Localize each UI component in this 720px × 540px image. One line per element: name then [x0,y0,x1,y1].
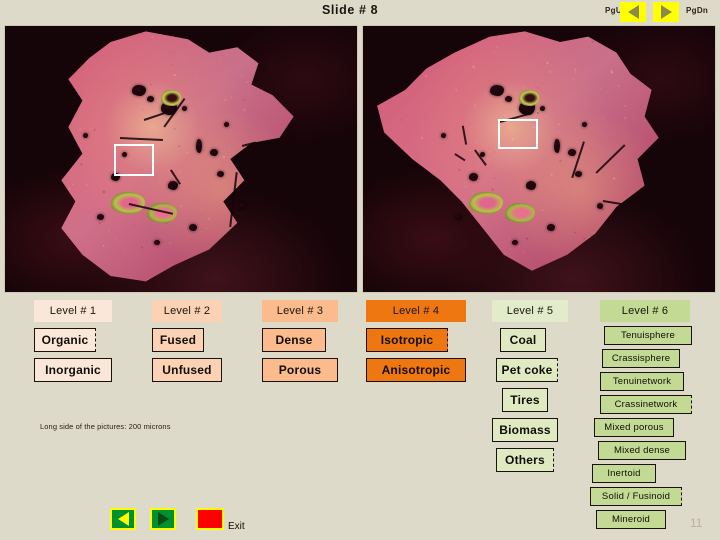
level-column-1: Level # 1 Organic Inorganic [34,300,112,382]
exit-button[interactable] [196,508,224,530]
level-2-item-1[interactable]: Fused [152,328,204,352]
pore [554,138,561,153]
level-2-item-2[interactable]: Unfused [152,358,222,382]
pore [196,138,203,153]
page-title: Slide # 8 [322,3,379,17]
pore [238,202,245,209]
classification-levels: Level # 1 Organic Inorganic Level # 2 Fused U… [0,300,720,540]
pgdn-label: PgDn [686,6,709,15]
top-navigation-bar: Slide # 8 PgUp PgDn [0,0,720,24]
level-header-3: Level # 3 [262,300,338,322]
pore [596,202,603,209]
level-6-item-1[interactable]: Tenuisphere [604,326,692,345]
region-of-interest-box [498,119,538,149]
pore [504,95,512,102]
next-slide-button-top[interactable] [653,2,679,22]
level-6-item-5[interactable]: Mixed porous [594,418,674,437]
pore [455,213,463,220]
level-6-item-4[interactable]: Crassinetwork [600,395,692,414]
previous-slide-button-bottom[interactable] [110,508,136,530]
level-header-4: Level # 4 [366,300,466,322]
next-slide-button-bottom[interactable] [150,508,176,530]
level-6-item-9[interactable]: Mineroid [596,510,666,529]
level-6-item-3[interactable]: Tenuinetwork [600,372,684,391]
level-1-item-2[interactable]: Inorganic [34,358,112,382]
previous-slide-button-top[interactable] [620,2,646,22]
pore [97,213,105,220]
level-5-item-5[interactable]: Others [496,448,554,472]
mineral-inclusion [504,202,535,223]
triangle-left-icon [627,5,639,19]
level-6-item-6[interactable]: Mixed dense [598,441,686,460]
level-6-item-2[interactable]: Crassisphere [602,349,680,368]
level-header-6: Level # 6 [600,300,690,322]
level-3-item-1[interactable]: Dense [262,328,326,352]
micrograph-right [362,25,716,293]
level-6-item-7[interactable]: Inertoid [592,464,656,483]
level-column-3: Level # 3 Dense Porous [262,300,338,382]
triangle-left-icon [117,512,129,526]
level-5-item-4[interactable]: Biomass [492,418,558,442]
level-5-item-3[interactable]: Tires [502,388,548,412]
triangle-right-icon [660,5,672,19]
level-4-item-2[interactable]: Anisotropic [366,358,466,382]
level-column-2: Level # 2 Fused Unfused [152,300,222,382]
mineral-inclusion [160,90,181,107]
level-1-item-1[interactable]: Organic [34,328,96,352]
mineral-inclusion [518,90,539,107]
level-column-4: Level # 4 Isotropic Anisotropic [366,300,466,382]
exit-label: Exit [228,521,245,532]
level-column-5: Level # 5 Coal Pet coke Tires Biomass Others [492,300,568,472]
region-of-interest-box [114,144,154,176]
scale-caption: Long side of the pictures: 200 microns [40,422,171,431]
micrograph-row [4,25,716,293]
mineral-inclusion [469,192,504,215]
level-header-2: Level # 2 [152,300,222,322]
triangle-right-icon [157,512,169,526]
pore [82,133,88,139]
micrograph-left [4,25,358,293]
level-3-item-2[interactable]: Porous [262,358,338,382]
level-5-item-2[interactable]: Pet coke [496,358,558,382]
level-header-1: Level # 1 [34,300,112,322]
level-column-6: Level # 6 Tenuisphere Crassisphere Tenuinet… [590,300,692,529]
pore [146,95,154,102]
level-5-item-1[interactable]: Coal [500,328,546,352]
page-number: 11 [690,516,703,530]
level-4-item-1[interactable]: Isotropic [366,328,448,352]
pore [440,133,446,139]
level-6-item-8[interactable]: Solid / Fusinoid [590,487,682,506]
level-header-5: Level # 5 [492,300,568,322]
slide-container: Slide # 8 PgUp PgDn Level # 1 Organic Inor… [0,0,720,540]
